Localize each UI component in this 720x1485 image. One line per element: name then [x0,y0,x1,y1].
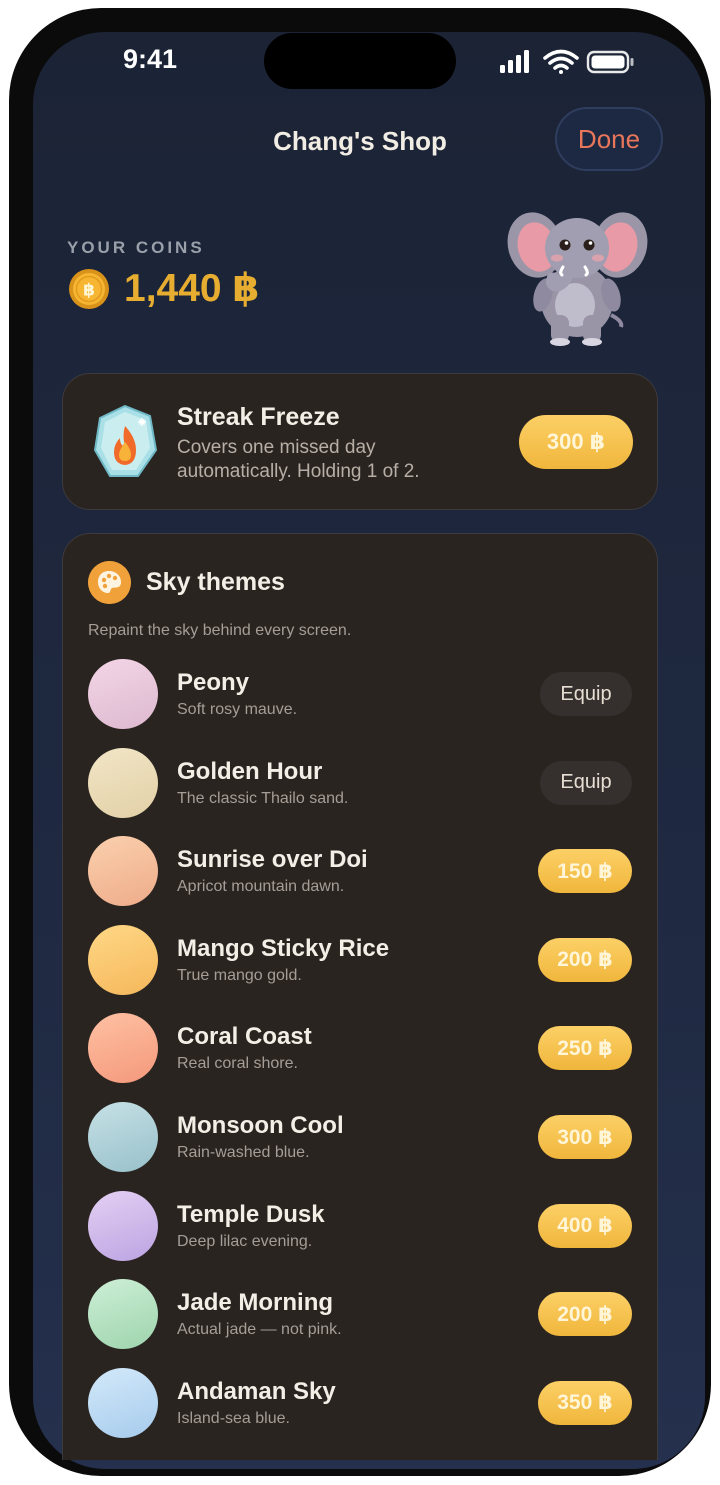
theme-description: Soft rosy mauve. [177,701,298,718]
theme-row: Peony Soft rosy mauve. Equip [63,659,657,747]
wifi-icon [543,49,579,74]
theme-row: Jade Morning Actual jade — not pink. 200 ฿ [63,1279,657,1367]
theme-row: Golden Hour The classic Thailo sand. Equip [63,747,657,836]
equip-button[interactable]: Equip [540,760,632,805]
svg-text:฿: ฿ [83,281,95,301]
theme-description: Real coral shore. [177,1055,298,1073]
streak-freeze-card: Streak Freeze Covers one missed day auto… [62,373,658,510]
done-button[interactable]: Done [555,107,663,171]
buy-theme-button[interactable]: 200 ฿ [538,937,632,982]
theme-description: Island-sea blue. [177,1409,290,1427]
signal-icon [500,50,529,73]
status-time: 9:41 [122,44,178,74]
equip-button[interactable]: Equip [540,672,632,716]
theme-row: Sunrise over Doi Apricot mountain dawn. 15… [63,836,657,924]
theme-row: Monsoon Cool Rain-washed blue. 300 ฿ [63,1102,657,1190]
status-icons [500,49,634,74]
buy-theme-button[interactable]: 300 ฿ [538,1115,632,1159]
theme-name: Monsoon Cool [177,1112,344,1139]
battery-icon [586,50,634,74]
theme-name: Andaman Sky [177,1377,336,1405]
theme-description: Apricot mountain dawn. [177,878,345,896]
theme-name: Mango Sticky Rice [177,934,390,962]
theme-row: Andaman Sky Island-sea blue. 350 ฿ [63,1367,657,1456]
buy-theme-button[interactable]: 200 ฿ [538,1292,632,1337]
sky-themes-card: Sky themes Repaint the sky behind every … [62,533,658,1460]
theme-name: Jade Morning [177,1289,334,1317]
theme-description: True mango gold. [177,966,302,984]
theme-row: Mango Sticky Rice True mango gold. 200 ฿ [63,924,657,1013]
theme-swatch [88,1102,158,1172]
streak-freeze-description: Covers one missed day automatically. Hol… [177,437,420,482]
theme-swatch [88,1367,158,1438]
palette-icon [88,561,131,604]
buy-theme-button[interactable]: 400 ฿ [538,1203,632,1248]
theme-swatch [88,1190,158,1261]
coin-icon: ฿ [69,269,109,309]
coins-balance: 1,440 ฿ [124,267,260,310]
theme-swatch [88,836,158,907]
streak-freeze-buy-button[interactable]: 300 ฿ [519,415,633,469]
theme-row: Temple Dusk Deep lilac evening. 400 ฿ [63,1190,657,1279]
sky-themes-title: Sky themes [146,568,285,596]
elephant-mascot [507,212,648,346]
theme-swatch [88,1013,158,1084]
page-title: Chang's Shop [273,126,447,156]
dynamic-island [264,33,456,89]
theme-row: Coral Coast Real coral shore. 250 ฿ [63,1013,657,1101]
theme-name: Peony [177,669,250,696]
streak-freeze-title: Streak Freeze [177,403,340,431]
theme-description: Deep lilac evening. [177,1232,313,1250]
theme-swatch [88,659,158,729]
coins-label: YOUR COINS [67,238,205,257]
theme-name: Golden Hour [177,757,323,785]
theme-name: Coral Coast [177,1023,312,1051]
theme-swatch [88,747,158,818]
theme-name: Sunrise over Doi [177,846,368,874]
streak-freeze-icon [93,404,158,477]
theme-description: Rain-washed blue. [177,1144,310,1161]
theme-name: Temple Dusk [177,1200,325,1228]
sky-themes-subtitle: Repaint the sky behind every screen. [88,622,352,639]
buy-theme-button[interactable]: 350 ฿ [538,1380,632,1425]
theme-swatch [88,1279,158,1350]
buy-theme-button[interactable]: 250 ฿ [538,1026,632,1071]
buy-theme-button[interactable]: 150 ฿ [538,849,632,894]
theme-description: The classic Thailo sand. [177,789,349,807]
theme-swatch [88,924,158,995]
theme-description: Actual jade — not pink. [177,1321,342,1339]
